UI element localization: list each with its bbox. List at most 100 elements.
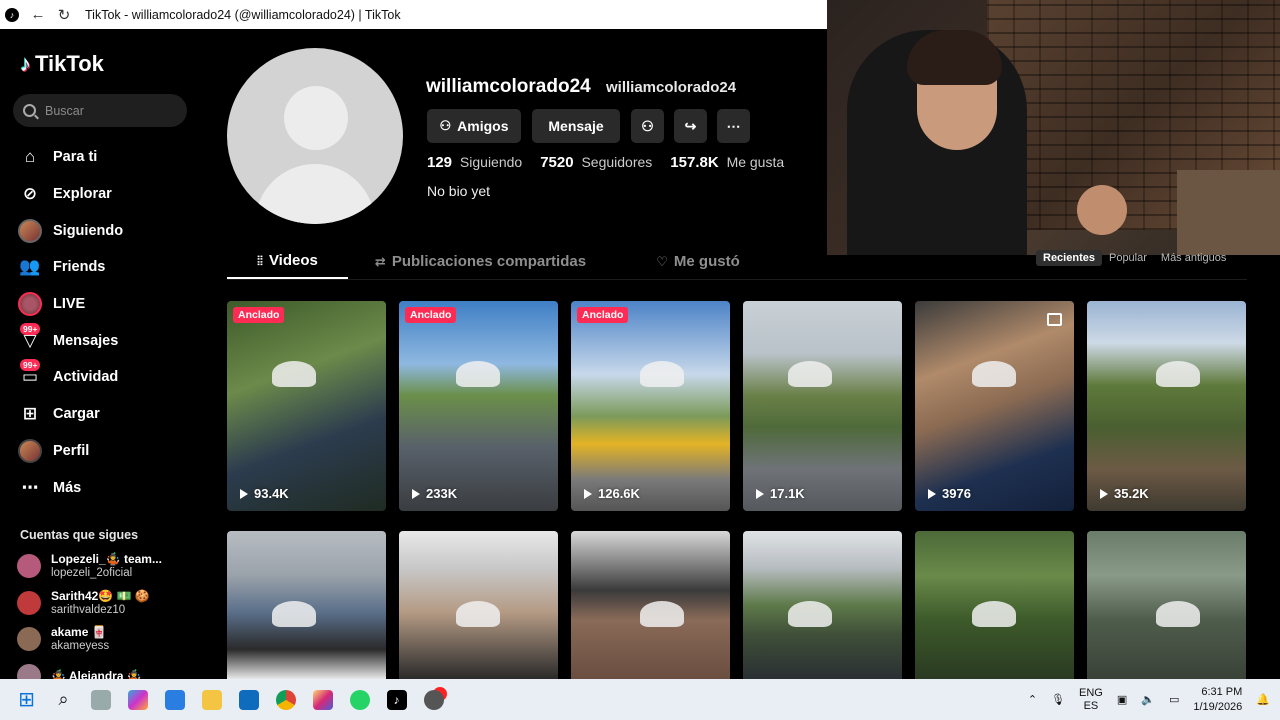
video-card[interactable] bbox=[227, 531, 386, 679]
video-card[interactable] bbox=[571, 531, 730, 679]
play-icon bbox=[412, 488, 420, 499]
video-card[interactable] bbox=[915, 531, 1074, 679]
message-button[interactable]: Mensaje bbox=[532, 109, 620, 143]
sort-oldest[interactable]: Más antiguos bbox=[1154, 250, 1233, 266]
file-explorer-button[interactable] bbox=[193, 679, 230, 720]
thumbnail-helmet bbox=[456, 361, 500, 387]
play-icon bbox=[584, 488, 592, 499]
tab-shared-posts[interactable]: ⇄ Publicaciones compartidas bbox=[348, 244, 613, 279]
volume-icon[interactable]: 🔈 bbox=[1141, 693, 1155, 706]
video-card[interactable]: 17.1K bbox=[743, 301, 902, 511]
account-name: akame 🀄 bbox=[51, 625, 107, 640]
nav-label: Actividad bbox=[53, 369, 119, 386]
windows-logo-icon: ⊞ bbox=[18, 689, 35, 711]
video-card[interactable]: Anclado 233K bbox=[399, 301, 558, 511]
microphone-icon[interactable]: 🎙 bbox=[1051, 693, 1065, 706]
clock[interactable]: 6:31 PM 1/19/2026 bbox=[1193, 685, 1242, 715]
play-icon bbox=[1100, 488, 1108, 499]
streamer-hand bbox=[1077, 185, 1127, 235]
search-input[interactable] bbox=[45, 103, 175, 118]
nav-item-cargar[interactable]: ⊞ Cargar bbox=[16, 396, 201, 433]
notification-bell-icon[interactable]: 🔔 bbox=[1256, 693, 1270, 706]
account-name: Sarith42🤩 💵 🍪 bbox=[51, 588, 150, 603]
network-icon[interactable]: ▣ bbox=[1117, 693, 1127, 706]
nav-item-siguiendo[interactable]: Siguiendo bbox=[16, 212, 201, 249]
nav-item-friends[interactable]: 👥 Friends bbox=[16, 249, 201, 286]
video-card[interactable]: Anclado 126.6K bbox=[571, 301, 730, 511]
recorder-button[interactable] bbox=[415, 679, 452, 720]
add-friend-button[interactable]: ⚇ bbox=[631, 109, 664, 143]
nav-item-mas[interactable]: ⋯ Más bbox=[16, 469, 201, 506]
search-taskbar-button[interactable]: ⌕ bbox=[45, 679, 82, 720]
nav-item-perfil[interactable]: Perfil bbox=[16, 433, 201, 470]
pinned-badge: Anclado bbox=[577, 307, 629, 323]
window-title: TikTok - williamcolorado24 (@williamcolo… bbox=[85, 7, 401, 22]
thumbnail-helmet bbox=[1156, 601, 1200, 627]
start-button[interactable]: ⊞ bbox=[8, 679, 45, 720]
chevron-up-icon[interactable]: ⌃ bbox=[1028, 693, 1037, 706]
followed-account[interactable]: Sarith42🤩 💵 🍪 sarithvaldez10 bbox=[17, 585, 205, 622]
thumbnail-helmet bbox=[788, 361, 832, 387]
search-box[interactable] bbox=[13, 94, 187, 127]
nav-item-actividad[interactable]: ▭ 99+ Actividad bbox=[16, 359, 201, 396]
tiktok-logo[interactable]: ♪ TikTok bbox=[20, 51, 104, 77]
activity-badge: 99+ bbox=[20, 359, 41, 372]
search-icon: ⌕ bbox=[58, 689, 69, 709]
followed-account[interactable]: Lopezeli_🤹 team... lopezeli_2oficial bbox=[17, 548, 205, 585]
copilot-button[interactable] bbox=[119, 679, 156, 720]
video-card[interactable] bbox=[1087, 531, 1246, 679]
person-icon: ⚇ bbox=[439, 118, 452, 133]
instagram-button[interactable] bbox=[304, 679, 341, 720]
video-card[interactable]: 3976 bbox=[915, 301, 1074, 511]
language-indicator[interactable]: ENG ES bbox=[1079, 687, 1103, 713]
view-count: 233K bbox=[412, 486, 457, 501]
nav-item-live[interactable]: LIVE bbox=[16, 286, 201, 323]
whatsapp-button[interactable] bbox=[341, 679, 378, 720]
sort-popular[interactable]: Popular bbox=[1102, 250, 1154, 266]
friends-icon: 👥 bbox=[19, 257, 41, 277]
share-button[interactable]: ↪ bbox=[674, 109, 707, 143]
search-icon bbox=[23, 104, 36, 117]
sidebar: ♪ TikTok ⌂ Para ti ⊘ Explorar Siguiendo … bbox=[0, 29, 205, 688]
back-arrow-icon[interactable]: ← bbox=[29, 6, 47, 23]
photo-post-icon bbox=[1047, 313, 1062, 326]
thumbnail-helmet bbox=[456, 601, 500, 627]
followed-account[interactable]: akame 🀄 akameyess bbox=[17, 621, 205, 658]
thumbnail-helmet bbox=[640, 361, 684, 387]
thumbnail-helmet bbox=[972, 361, 1016, 387]
store-button[interactable] bbox=[156, 679, 193, 720]
clock-time: 6:31 PM bbox=[1201, 685, 1243, 698]
browser-title-bar: ♪ ← ↻ TikTok - williamcolorado24 (@willi… bbox=[0, 0, 827, 29]
nav-label: Más bbox=[53, 479, 82, 496]
video-card[interactable] bbox=[399, 531, 558, 679]
chrome-button[interactable] bbox=[267, 679, 304, 720]
following-stat[interactable]: 129 Siguiendo bbox=[427, 154, 522, 171]
friends-button[interactable]: ⚇ Amigos bbox=[427, 109, 521, 143]
default-avatar-head bbox=[284, 86, 348, 150]
task-view-button[interactable] bbox=[82, 679, 119, 720]
followers-count: 7520 bbox=[540, 154, 574, 171]
tab-liked[interactable]: ♡ Me gustó bbox=[623, 244, 773, 279]
add-person-icon: ⚇ bbox=[641, 117, 654, 134]
video-card[interactable] bbox=[743, 531, 902, 679]
more-options-button[interactable]: ⋯ bbox=[717, 109, 750, 143]
video-card[interactable]: Anclado 93.4K bbox=[227, 301, 386, 511]
video-card[interactable]: 35.2K bbox=[1087, 301, 1246, 511]
followers-stat[interactable]: 7520 Seguidores bbox=[540, 154, 652, 171]
outlook-button[interactable] bbox=[230, 679, 267, 720]
nav-item-explorar[interactable]: ⊘ Explorar bbox=[16, 176, 201, 213]
likes-count: 157.8K bbox=[670, 154, 719, 171]
view-count-text: 3976 bbox=[942, 486, 971, 501]
nav-item-mensajes[interactable]: ▽ 99+ Mensajes bbox=[16, 322, 201, 359]
folder-icon bbox=[201, 689, 222, 710]
nav-item-para-ti[interactable]: ⌂ Para ti bbox=[16, 139, 201, 176]
tiktok-taskbar-button[interactable]: ♪ bbox=[378, 679, 415, 720]
battery-icon[interactable]: ▭ bbox=[1169, 693, 1179, 706]
tab-videos[interactable]: ⦙⦙ Videos bbox=[227, 244, 348, 279]
reload-icon[interactable]: ↻ bbox=[55, 6, 73, 24]
ellipsis-icon: ⋯ bbox=[726, 117, 741, 134]
sort-recent[interactable]: Recientes bbox=[1036, 250, 1102, 266]
clock-date: 1/19/2026 bbox=[1193, 700, 1243, 713]
nav-label: Mensajes bbox=[53, 332, 119, 349]
profile-avatar[interactable] bbox=[227, 48, 403, 224]
